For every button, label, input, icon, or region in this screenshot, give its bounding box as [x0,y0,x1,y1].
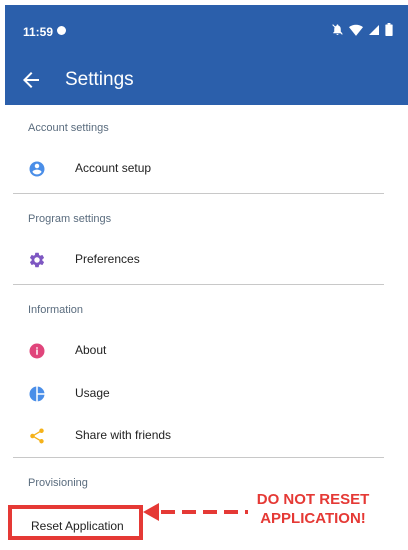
pie-chart-icon [28,385,46,403]
divider [13,284,384,285]
status-time: 11:59 [23,25,54,39]
settings-item-account-setup[interactable]: Account setup [0,149,404,189]
notifications-off-icon [331,23,344,41]
wifi-icon [349,23,363,41]
gear-icon [28,251,46,269]
warning-line-2: APPLICATION! [260,510,366,527]
reset-application-item[interactable]: Reset Application [8,505,143,540]
settings-item-preferences[interactable]: Preferences [0,240,404,280]
section-title-account: Account settings [28,122,109,134]
warning-arrow-icon [143,503,248,521]
divider [13,457,384,458]
page-title: Settings [65,69,134,90]
signal-icon [368,23,380,41]
settings-item-label: Preferences [75,252,140,266]
settings-item-about[interactable]: About [0,331,404,371]
section-title-program: Program settings [28,213,112,225]
settings-item-share[interactable]: Share with friends [0,416,404,456]
back-arrow-icon[interactable] [19,68,43,92]
section-title-provisioning: Provisioning [28,477,88,489]
warning-line-1: DO NOT RESET [256,491,370,508]
settings-item-label: About [75,343,107,357]
settings-item-label: Reset Application [31,519,124,533]
settings-item-label: Share with friends [75,428,172,442]
share-icon [28,427,46,445]
account-circle-icon [28,160,46,178]
app-bar: Settings [5,55,408,105]
status-bar: 11:59 [5,5,408,55]
settings-item-usage[interactable]: Usage [0,374,404,414]
warning-annotation: DO NOT RESET APPLICATION! [248,490,378,528]
settings-item-label: Usage [75,386,110,400]
battery-icon [385,23,393,41]
info-icon [28,342,46,360]
settings-item-label: Account setup [75,161,152,175]
divider [13,193,384,194]
section-title-information: Information [28,304,84,316]
notification-dot-icon [57,26,66,35]
